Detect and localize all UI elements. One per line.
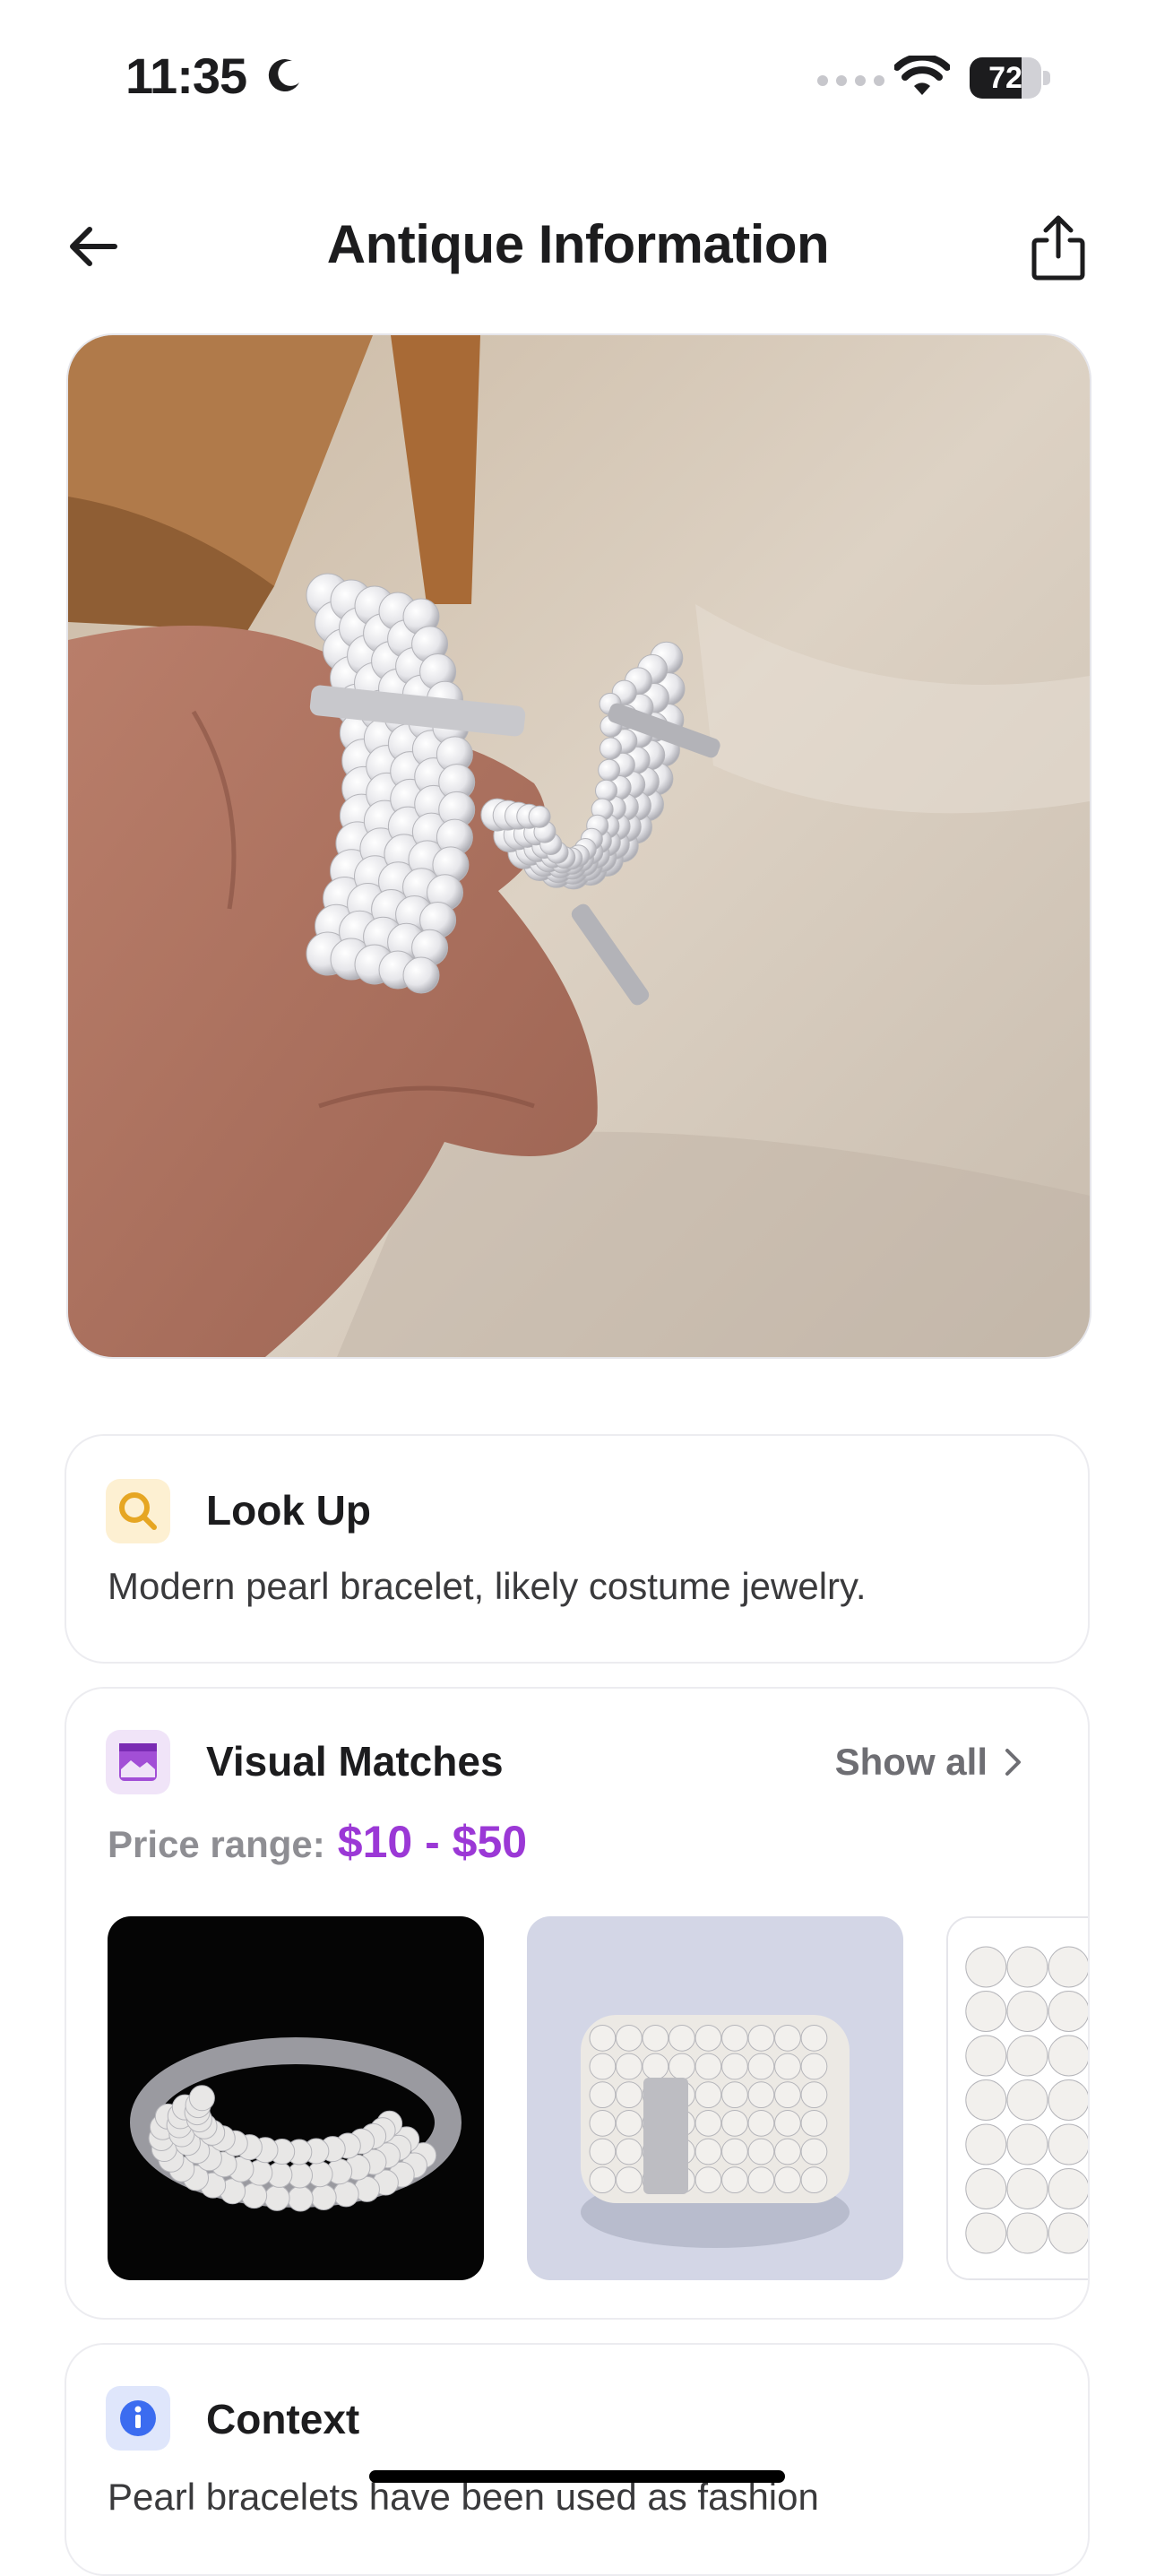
chevron-right-icon (1005, 1749, 1021, 1776)
lookup-text: Modern pearl bracelet, likely costume je… (108, 1565, 867, 1607)
share-icon[interactable] (1027, 212, 1090, 283)
battery-icon: 72 (970, 57, 1052, 99)
show-all-link[interactable]: Show all (835, 1741, 1023, 1784)
home-indicator[interactable] (369, 2470, 785, 2483)
status-time: 11:35 (125, 48, 247, 104)
status-bar: 11:35 72 (0, 0, 1156, 161)
context-title: Context (206, 2396, 360, 2442)
image-icon (106, 1730, 170, 1794)
lookup-card: Look Up Modern pearl bracelet, likely co… (65, 1434, 1090, 1664)
visual-matches-title: Visual Matches (206, 1738, 504, 1785)
show-all-label: Show all (834, 1741, 988, 1783)
moon-icon (268, 59, 299, 92)
context-card: Context Pearl bracelets have been used a… (65, 2343, 1090, 2576)
match-thumbnails (108, 1916, 1088, 2280)
price-label: Price range: (108, 1823, 325, 1865)
price-value: $10 - $50 (337, 1817, 528, 1867)
match-thumbnail-3[interactable] (946, 1916, 1088, 2280)
wifi-icon (894, 56, 950, 95)
info-icon (106, 2386, 170, 2451)
signal-dots-icon (817, 75, 884, 86)
page-title: Antique Information (326, 214, 830, 274)
antique-photo[interactable] (66, 333, 1091, 1359)
lookup-title: Look Up (206, 1487, 371, 1534)
match-thumbnail-2[interactable] (527, 1916, 903, 2280)
match-thumbnail-1[interactable] (108, 1916, 484, 2280)
search-icon (106, 1479, 170, 1543)
visual-matches-card: Visual Matches Show all Price range: $10… (65, 1687, 1090, 2320)
navigation-header: Antique Information (0, 188, 1156, 305)
battery-percent: 72 (988, 61, 1022, 95)
price-range: Price range: $10 - $50 (108, 1816, 527, 1868)
